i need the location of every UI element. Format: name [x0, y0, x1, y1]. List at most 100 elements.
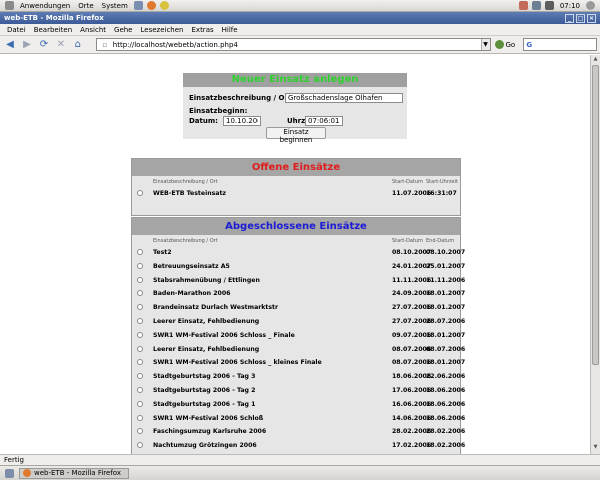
menu-extras[interactable]: Extras	[188, 26, 218, 34]
date-input[interactable]	[223, 116, 261, 126]
menu-ansicht[interactable]: Ansicht	[76, 26, 110, 34]
menu-hilfe[interactable]: Hilfe	[218, 26, 242, 34]
home-icon[interactable]: ⌂	[71, 38, 85, 52]
description-input[interactable]	[285, 93, 403, 103]
forward-arrow-icon[interactable]: ▶	[20, 38, 34, 52]
list-item[interactable]: Baden-Marathon 2006 24.09.2006 18.01.2007	[132, 287, 465, 301]
entry-name: Test2	[153, 249, 172, 256]
volume-icon[interactable]	[544, 1, 554, 10]
select-radio[interactable]	[137, 428, 143, 435]
reload-icon[interactable]: ⟳	[37, 38, 51, 52]
select-radio[interactable]	[137, 442, 143, 449]
list-item[interactable]: Betreuungseinsatz A5 24.01.2007 25.01.2007	[132, 260, 465, 274]
menubar: Datei Bearbeiten Ansicht Gehe Lesezeiche…	[0, 24, 600, 36]
list-item[interactable]: Faschingsumzug Karlsruhe 2006 28.02.2006 2…	[132, 425, 465, 439]
select-radio[interactable]	[137, 345, 143, 352]
list-item[interactable]: SWR1 WM-Festival 2006 Schloß 14.06.2006 18…	[132, 412, 465, 426]
maximize-button[interactable]: □	[576, 13, 585, 23]
firefox-launcher-icon[interactable]	[146, 1, 156, 10]
open-column-headers: Einsatzbeschreibung / Ort Start-Datum St…	[132, 176, 460, 187]
mail-launcher-icon[interactable]	[133, 1, 143, 10]
page-icon: ▫	[102, 40, 108, 49]
entry-start-time: 16:31:07	[426, 190, 457, 197]
time-input[interactable]	[305, 116, 343, 126]
open-col-description: Einsatzbeschreibung / Ort	[153, 179, 218, 185]
page-content: Neuer Einsatz anlegen Einsatzbeschreibun…	[0, 55, 590, 454]
select-radio[interactable]	[137, 386, 143, 393]
panel-menu-system[interactable]: System	[98, 2, 132, 10]
select-radio[interactable]	[137, 373, 143, 380]
list-item[interactable]: Stabsrahmenübung / Ettlingen 11.11.2006 11…	[132, 274, 465, 288]
url-dropdown-icon[interactable]: ▼	[480, 39, 490, 50]
select-radio[interactable]	[137, 290, 143, 297]
network-icon[interactable]	[531, 1, 541, 10]
entry-end-date: 11.11.2006	[426, 276, 466, 284]
menu-lesezeichen[interactable]: Lesezeichen	[137, 26, 188, 34]
list-item[interactable]: Leerer Einsatz, Fehlbedienung 27.07.2006 2…	[132, 315, 465, 329]
menu-bearbeiten[interactable]: Bearbeiten	[30, 26, 76, 34]
select-radio[interactable]	[137, 359, 143, 366]
list-item[interactable]: Nachtumzug Grötzingen 2006 17.02.2006 18.0…	[132, 439, 465, 453]
list-item[interactable]: SWR1 WM-Festival 2006 Schloss _ Finale 09…	[132, 329, 465, 343]
entry-name: SWR1 WM-Festival 2006 Schloss _ kleines …	[153, 359, 322, 367]
panel-menu-applications[interactable]: Anwendungen	[16, 2, 74, 10]
select-radio[interactable]	[137, 190, 143, 196]
select-radio[interactable]	[137, 276, 143, 283]
list-item[interactable]: Stadtgeburtstag 2006 - Tag 2 17.06.2006 18…	[132, 384, 465, 398]
select-radio[interactable]	[137, 262, 143, 269]
list-item[interactable]: Test2 08.10.2007 08.10.2007	[132, 246, 465, 260]
open-col-start-time: Start-Uhrzeit	[426, 179, 458, 185]
go-button[interactable]: Go	[494, 40, 515, 49]
panel-menu-places[interactable]: Orte	[74, 2, 97, 10]
url-bar[interactable]: ▫ ▼	[95, 38, 491, 51]
open-deployments-section: Offene Einsätze Einsatzbeschreibung / Or…	[131, 158, 461, 216]
search-box[interactable]: G	[523, 38, 597, 51]
entry-end-date: 08.10.2007	[426, 249, 466, 256]
back-arrow-icon[interactable]: ◀	[3, 38, 17, 52]
list-item[interactable]: Stadtgeburtstag 2006 - Tag 1 16.06.2006 18…	[132, 398, 465, 412]
list-item[interactable]: Brandeinsatz Durlach Westmarktstr 27.07.2…	[132, 301, 465, 315]
entry-name: SWR1 WM-Festival 2006 Schloß	[153, 414, 264, 422]
minimize-button[interactable]: _	[565, 13, 574, 23]
list-item[interactable]: Stadtgeburtstag 2006 - Tag 3 18.06.2006 22…	[132, 370, 465, 384]
url-input[interactable]	[112, 40, 481, 49]
entry-end-date: 18.01.2007	[426, 359, 466, 367]
select-radio[interactable]	[137, 304, 143, 311]
begin-deployment-button[interactable]: Einsatz beginnen	[266, 127, 326, 144]
taskbar: web-ETB - Mozilla Firefox	[0, 465, 600, 480]
panel-clock[interactable]: 07:10	[560, 2, 580, 10]
entry-end-date: 18.01.2007	[426, 290, 466, 298]
entry-end-date: 18.06.2006	[426, 400, 466, 408]
list-item[interactable]: WEB-ETB Testeinsatz 11.07.2006 16:31:07	[132, 187, 460, 201]
google-icon: G	[526, 40, 533, 49]
menu-datei[interactable]: Datei	[3, 26, 30, 34]
select-radio[interactable]	[137, 331, 143, 338]
taskbar-window-button[interactable]: web-ETB - Mozilla Firefox	[19, 467, 129, 479]
show-desktop-icon[interactable]	[5, 468, 14, 478]
select-radio[interactable]	[137, 414, 143, 421]
stop-icon[interactable]: ✕	[54, 38, 68, 52]
closed-entries-list: Test2 08.10.2007 08.10.2007 Betreuungseins…	[132, 246, 465, 453]
select-radio[interactable]	[137, 317, 143, 324]
select-radio[interactable]	[137, 249, 143, 255]
entry-name: Brandeinsatz Durlach Westmarktstr	[153, 304, 279, 312]
vertical-scrollbar[interactable]: ▲ ▼	[590, 55, 600, 454]
entry-end-date: 25.01.2007	[426, 262, 466, 270]
scroll-up-icon[interactable]: ▲	[592, 56, 599, 64]
help-launcher-icon[interactable]	[159, 1, 169, 10]
menu-gehe[interactable]: Gehe	[110, 26, 136, 34]
logout-icon[interactable]	[586, 1, 595, 10]
list-item[interactable]: Leerer Einsatz, Fehlbedienung 08.07.2006 0…	[132, 343, 465, 357]
select-radio[interactable]	[137, 400, 143, 407]
closed-col-end-date: End-Datum	[426, 238, 455, 244]
scrollbar-thumb[interactable]	[592, 65, 599, 365]
gnome-foot-icon[interactable]	[5, 1, 14, 10]
date-label: Datum:	[189, 117, 218, 125]
window-titlebar[interactable]: web-ETB - Mozilla Firefox _ □ ×	[0, 12, 600, 24]
entry-name: Faschingsumzug Karlsruhe 2006	[153, 428, 267, 436]
close-button[interactable]: ×	[587, 13, 596, 23]
go-icon	[494, 40, 504, 49]
scroll-down-icon[interactable]: ▼	[592, 444, 599, 452]
list-item[interactable]: SWR1 WM-Festival 2006 Schloss _ kleines …	[132, 356, 465, 370]
user-icon[interactable]	[518, 1, 528, 10]
